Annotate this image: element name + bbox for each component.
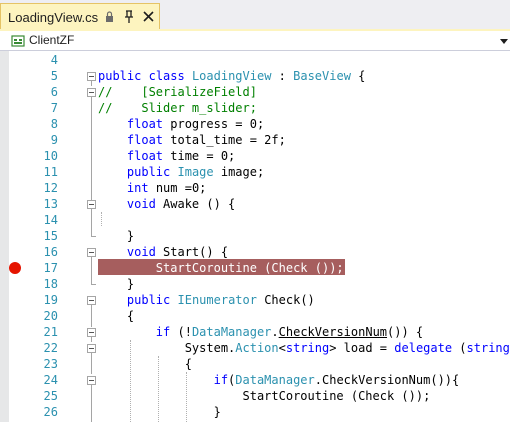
project-icon xyxy=(11,35,25,47)
code-text: System.Action<string> load = delegate (s… xyxy=(98,341,510,355)
fold-guide xyxy=(91,305,92,327)
indent-guide xyxy=(158,356,159,422)
fold-toggle[interactable] xyxy=(87,344,96,353)
fold-guide xyxy=(91,97,92,201)
fold-guide xyxy=(91,353,92,374)
code-text: float total_time = 2f; xyxy=(126,133,286,147)
line-number: 10 xyxy=(43,149,58,163)
line-number: 18 xyxy=(43,277,58,291)
line-number: 21 xyxy=(43,325,58,339)
code-line: 15 } xyxy=(0,228,510,244)
project-scope-label: ClientZF xyxy=(29,33,75,47)
code-line: 10 float time = 0; xyxy=(0,148,510,164)
fold-guide xyxy=(91,337,92,342)
code-line: 9 float total_time = 2f; xyxy=(0,132,510,148)
navigation-bar[interactable]: ClientZF xyxy=(0,31,510,51)
code-line: 12 int num =0; xyxy=(0,180,510,196)
line-number: 8 xyxy=(50,117,58,131)
code-line: 5 public class LoadingView : BaseView { xyxy=(0,68,510,84)
document-tab[interactable]: LoadingView.cs xyxy=(0,3,160,31)
line-number: 22 xyxy=(43,341,58,355)
fold-toggle[interactable] xyxy=(87,296,96,305)
chevron-down-icon[interactable] xyxy=(500,39,508,44)
code-line: 21 if (!DataManager.CheckVersionNum()) { xyxy=(0,324,510,340)
code-line-breakpoint: 17 StartCoroutine (Check ()); xyxy=(0,260,510,276)
line-number: 14 xyxy=(43,213,58,227)
code-text: int num =0; xyxy=(126,181,207,195)
line-number: 11 xyxy=(43,165,58,179)
code-text: if (!DataManager.CheckVersionNum()) { xyxy=(155,325,424,339)
indent-guide xyxy=(130,340,131,422)
code-text: public IEnumerator Check() xyxy=(126,293,315,307)
code-text: StartCoroutine (Check ()); xyxy=(98,261,344,275)
code-line: 23 { xyxy=(0,356,510,372)
fold-guide xyxy=(91,257,92,284)
line-number: 5 xyxy=(50,69,58,83)
code-text: void Start() { xyxy=(126,245,229,259)
fold-toggle[interactable] xyxy=(87,200,96,209)
line-number: 23 xyxy=(43,357,58,371)
code-line: 18 } xyxy=(0,276,510,292)
code-line: 26 } xyxy=(0,404,510,420)
line-number: 25 xyxy=(43,389,58,403)
code-text: // Slider m_slider; xyxy=(98,101,257,115)
pin-icon[interactable] xyxy=(123,10,135,24)
code-text: float progress = 0; xyxy=(126,117,265,131)
close-icon[interactable] xyxy=(143,11,154,22)
fold-guide-end xyxy=(91,284,96,285)
fold-toggle[interactable] xyxy=(87,376,96,385)
code-text: float time = 0; xyxy=(126,149,236,163)
line-number: 26 xyxy=(43,405,58,419)
code-line: 7 // Slider m_slider; xyxy=(0,100,510,116)
line-number: 17 xyxy=(43,261,58,275)
line-number: 12 xyxy=(43,181,58,195)
code-text: { xyxy=(98,309,135,323)
document-tab-strip: LoadingView.cs xyxy=(0,0,510,31)
indent-guide xyxy=(186,372,187,422)
code-line: 16 void Start() { xyxy=(0,244,510,260)
lock-icon xyxy=(106,11,113,22)
line-number: 7 xyxy=(50,101,58,115)
fold-guide-end xyxy=(91,236,96,237)
line-number: 9 xyxy=(50,133,58,147)
code-text: public Image image; xyxy=(126,165,265,179)
line-number: 13 xyxy=(43,197,58,211)
code-text: } xyxy=(98,277,135,291)
line-number: 20 xyxy=(43,309,58,323)
fold-guide xyxy=(91,385,92,422)
code-line: 19 public IEnumerator Check() xyxy=(0,292,510,308)
code-text: if(DataManager.CheckVersionNum()){ xyxy=(213,373,460,387)
code-line: 6 // [SerializeField] xyxy=(0,84,510,100)
fold-toggle[interactable] xyxy=(87,328,96,337)
line-number: 6 xyxy=(50,85,58,99)
indent-guide xyxy=(101,212,102,226)
code-text: public class LoadingView : BaseView { xyxy=(98,69,366,83)
code-text: StartCoroutine (Check ()); xyxy=(98,389,431,403)
code-line: 4 xyxy=(0,52,510,68)
code-text: } xyxy=(98,229,135,243)
line-number: 15 xyxy=(43,229,58,243)
code-line: 20 { xyxy=(0,308,510,324)
code-line: 25 StartCoroutine (Check ()); xyxy=(0,388,510,404)
fold-guide xyxy=(91,209,92,236)
code-line: 14 xyxy=(0,212,510,228)
code-line: 11 public Image image; xyxy=(0,164,510,180)
fold-toggle[interactable] xyxy=(87,248,96,257)
code-line: 8 float progress = 0; xyxy=(0,116,510,132)
code-text: void Awake () { xyxy=(126,197,236,211)
code-text: // [SerializeField] xyxy=(98,85,257,99)
code-line: 22 System.Action<string> load = delegate… xyxy=(0,340,510,356)
code-text: } xyxy=(98,405,221,419)
code-line: 24 if(DataManager.CheckVersionNum()){ xyxy=(0,372,510,388)
fold-toggle[interactable] xyxy=(87,72,96,81)
code-line: 13 void Awake () { xyxy=(0,196,510,212)
tab-title: LoadingView.cs xyxy=(8,10,99,25)
line-number: 4 xyxy=(50,53,58,67)
fold-toggle[interactable] xyxy=(87,88,96,97)
line-number: 16 xyxy=(43,245,58,259)
line-number: 19 xyxy=(43,293,58,307)
fold-guide xyxy=(91,81,92,86)
line-number: 24 xyxy=(43,373,58,387)
code-text: { xyxy=(98,357,192,371)
